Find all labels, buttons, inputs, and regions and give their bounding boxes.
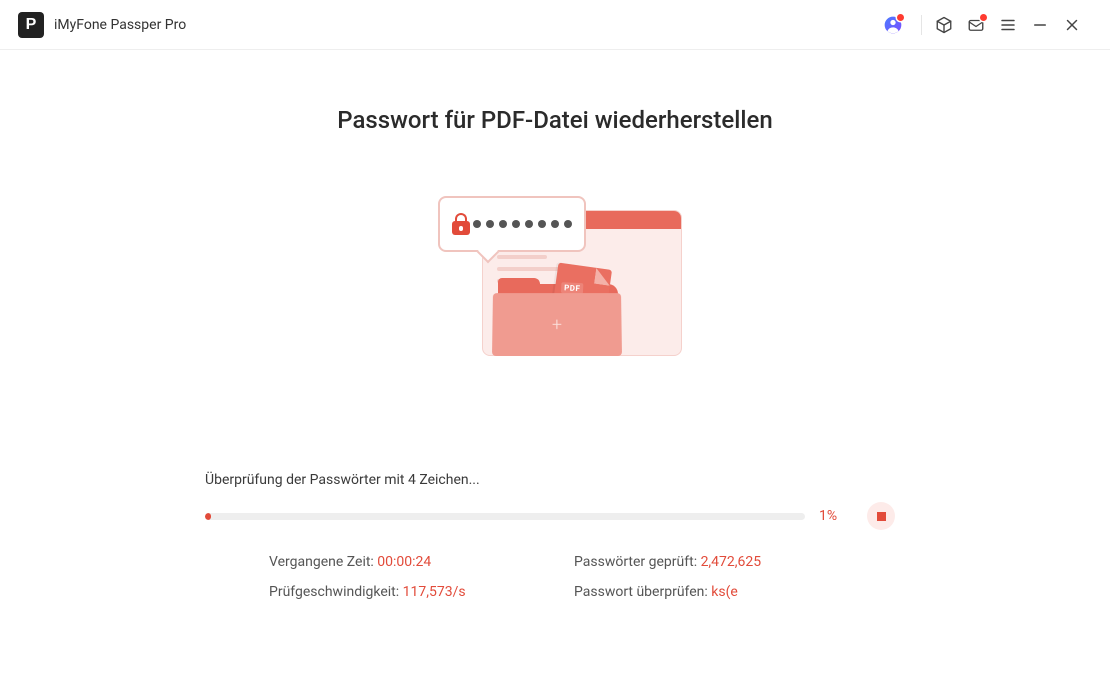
plus-icon: + — [552, 314, 562, 335]
titlebar: P iMyFone Passper Pro — [0, 0, 1110, 50]
stat-speed: Prüfgeschwindigkeit: 117,573/s — [269, 584, 574, 600]
stat-speed-value: 117,573/s — [403, 584, 466, 600]
stat-elapsed-value: 00:00:24 — [377, 554, 431, 570]
progress-bar — [205, 513, 805, 520]
main-content: Passwort für PDF-Datei wiederherstellen … — [0, 50, 1110, 600]
notification-dot — [897, 14, 904, 21]
mail-icon[interactable] — [960, 9, 992, 41]
app-logo: P — [18, 12, 44, 38]
notification-dot — [980, 14, 987, 21]
progress-percent: 1% — [819, 508, 849, 524]
password-bubble — [438, 196, 586, 252]
stat-checked: Passwörter geprüft: 2,472,625 — [574, 554, 879, 570]
stat-speed-label: Prüfgeschwindigkeit: — [269, 584, 403, 600]
package-icon[interactable] — [928, 9, 960, 41]
stat-current: Passwort überprüfen: ks(e — [574, 584, 879, 600]
app-title: iMyFone Passper Pro — [54, 17, 186, 33]
close-button[interactable] — [1056, 9, 1088, 41]
page-title: Passwort für PDF-Datei wiederherstellen — [0, 106, 1110, 134]
lock-icon — [452, 213, 463, 235]
stat-checked-label: Passwörter geprüft: — [574, 554, 701, 570]
menu-icon[interactable] — [992, 9, 1024, 41]
stat-checked-value: 2,472,625 — [701, 554, 762, 570]
minimize-button[interactable] — [1024, 9, 1056, 41]
stop-icon — [877, 512, 886, 521]
illustration: PDF + — [0, 180, 1110, 380]
progress-section: Überprüfung der Passwörter mit 4 Zeichen… — [205, 472, 905, 600]
stat-current-value: ks(e — [711, 584, 738, 600]
stat-elapsed-label: Vergangene Zeit: — [269, 554, 377, 570]
stat-current-label: Passwort überprüfen: — [574, 584, 711, 600]
stat-elapsed: Vergangene Zeit: 00:00:24 — [269, 554, 574, 570]
progress-fill — [205, 513, 211, 520]
titlebar-actions — [877, 9, 1088, 41]
stop-button[interactable] — [867, 502, 895, 530]
progress-status-text: Überprüfung der Passwörter mit 4 Zeichen… — [205, 472, 905, 488]
account-icon[interactable] — [877, 9, 909, 41]
